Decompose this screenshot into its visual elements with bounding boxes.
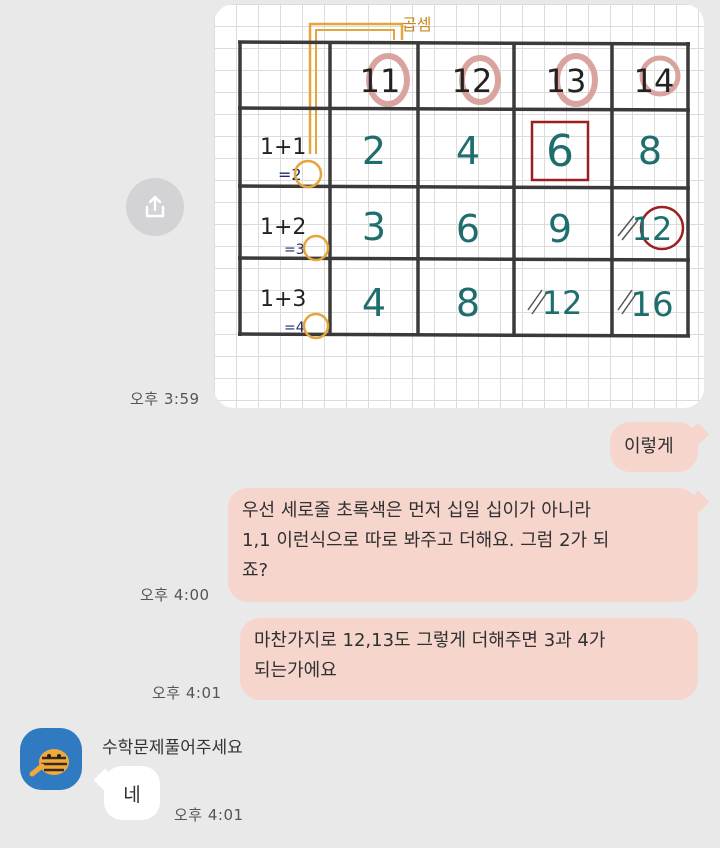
cell-r2-c2: 6 [456,207,480,251]
cell-r2-c3: 9 [548,207,572,251]
row-2-result-circle [302,234,330,262]
cell-r2-c4: 12 [632,210,673,248]
cell-r2-c1: 3 [362,205,386,249]
row-label-3-bottom: =4 [284,320,305,336]
header-12: 12 [452,62,493,100]
header-11: 11 [360,62,401,100]
handwritten-table-image: 곱셈 11 12 13 14 1+1 =2 1+2 =3 1+3 =4 2 4 … [237,15,691,340]
message-time: 오후 4:01 [174,806,244,824]
message-text: 이렇게 [624,436,674,457]
sender-name: 수학문제풀어주세요 [102,738,243,758]
message-text: 네 [123,783,141,806]
message-line: 죠? [242,560,269,581]
avatar[interactable] [20,728,82,790]
message-line: 되는가에요 [254,660,337,681]
message-time: 오후 3:59 [130,390,200,408]
row-label-2-top: 1+2 [260,215,306,240]
message-line: 우선 세로줄 초록색은 먼저 십일 십이가 아니라 [242,500,591,521]
message-time: 오후 4:00 [140,586,210,604]
photo-message[interactable]: 곱셈 11 12 13 14 1+1 =2 1+2 =3 1+3 =4 2 4 … [214,4,704,408]
header-13: 13 [546,62,587,100]
cell-r3-c4: 16 [630,285,673,325]
other-message-bubble[interactable]: 네 [104,766,160,820]
message-time: 오후 4:01 [152,684,222,702]
share-button[interactable] [126,178,184,236]
share-icon [145,195,165,218]
annotation-text: 곱셈 [402,15,431,34]
row-label-1-top: 1+1 [260,135,306,160]
cell-r1-c4: 8 [638,129,662,173]
header-14: 14 [634,62,675,100]
cell-r1-c2: 4 [456,129,480,173]
my-message-bubble[interactable]: 마찬가지로 12,13도 그렇게 더해주면 3과 4가 되는가에요 [240,618,698,700]
cell-r3-c3: 12 [542,284,583,322]
cell-r3-c2: 8 [456,281,480,325]
cell-r1-c3: 6 [546,126,574,177]
my-message-bubble[interactable]: 우선 세로줄 초록색은 먼저 십일 십이가 아니라 1,1 이런식으로 따로 봐… [228,488,698,602]
cell-r1-c1: 2 [362,129,386,173]
cell-r3-c1: 4 [362,281,386,325]
row-label-3-top: 1+3 [260,287,306,312]
row-label-2-bottom: =3 [284,242,305,258]
message-line: 마찬가지로 12,13도 그렇게 더해주면 3과 4가 [254,630,606,651]
message-line: 1,1 이런식으로 따로 봐주고 더해요. 그럼 2가 되 [242,530,610,551]
avatar-character-icon [29,749,69,777]
my-message-bubble[interactable]: 이렇게 [610,422,698,472]
